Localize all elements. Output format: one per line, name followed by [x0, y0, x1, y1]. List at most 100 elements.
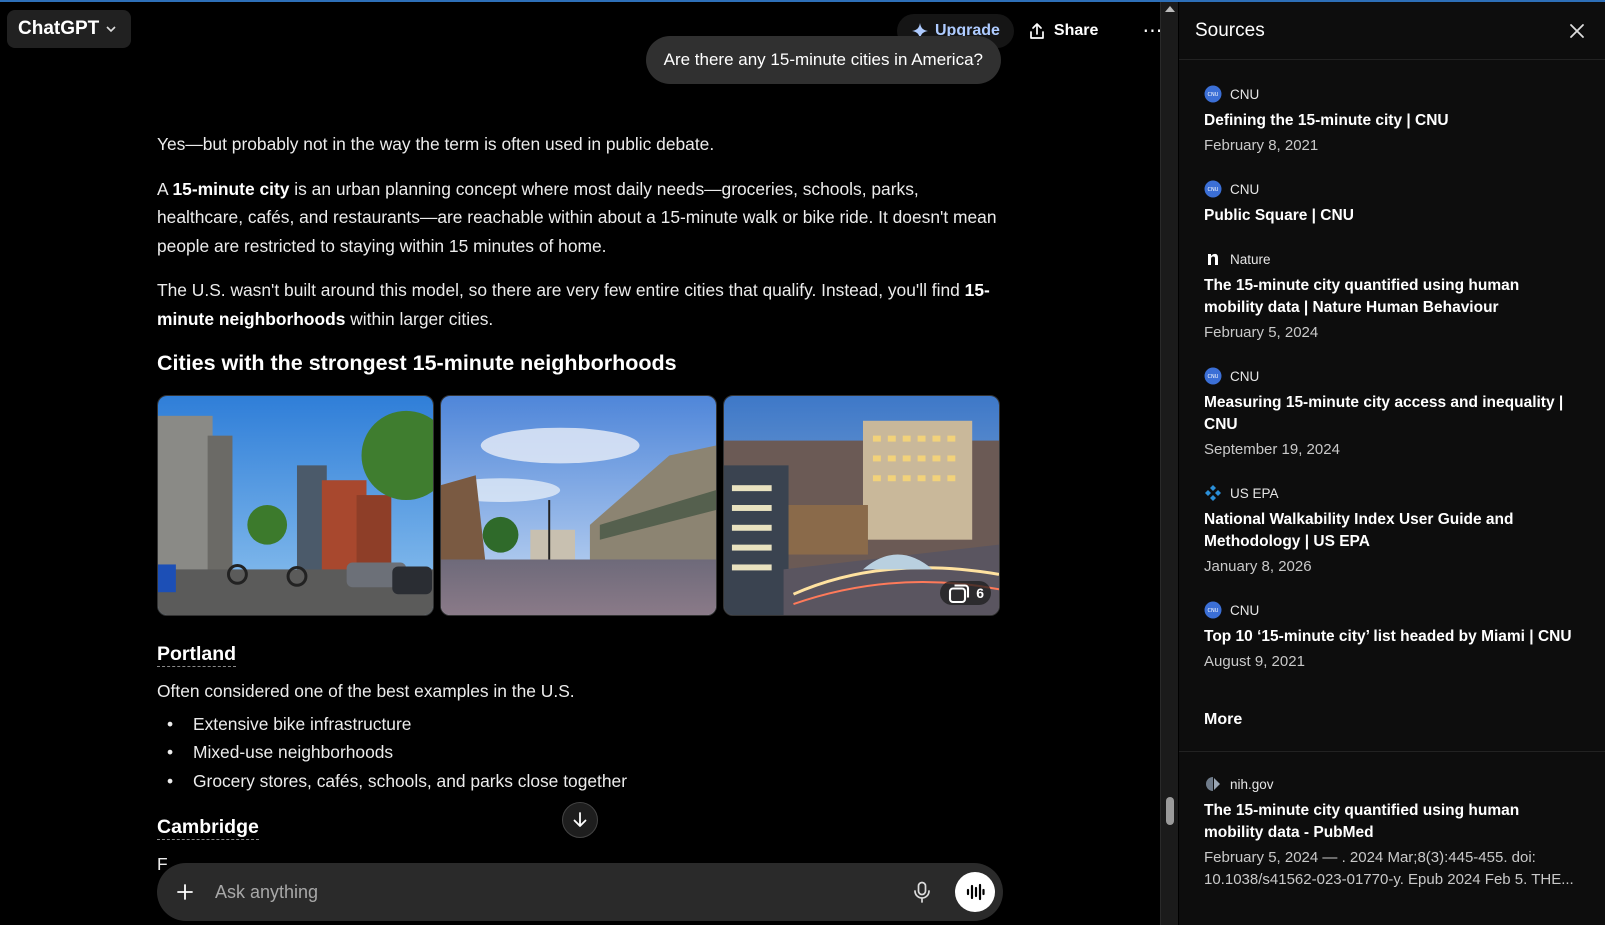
voice-waveform-icon: [966, 883, 985, 901]
source-site-name: CNU: [1230, 602, 1260, 618]
scrollbar-thumb[interactable]: [1166, 797, 1174, 825]
source-date: September 19, 2024: [1204, 441, 1340, 458]
source-snippet-line-1: February 5, 2024 — . 2024 Mar;8(3):445-4…: [1204, 849, 1536, 866]
svg-text:CNU: CNU: [1208, 187, 1219, 193]
source-item[interactable]: CNU CNU Top 10 ‘15-minute city’ list hea…: [1204, 600, 1580, 673]
scroll-to-bottom-button[interactable]: [562, 802, 598, 838]
plus-icon: [177, 884, 193, 900]
more-sources-heading: More: [1204, 711, 1243, 728]
user-message-text: Are there any 15-minute cities in Americ…: [663, 50, 983, 69]
source-date: February 8, 2021: [1204, 137, 1319, 154]
city-title-cambridge[interactable]: Cambridge: [157, 815, 259, 840]
scroll-up-arrow-icon[interactable]: [1165, 6, 1175, 12]
svg-text:CNU: CNU: [1208, 92, 1219, 98]
p2-bold-term: 15-minute city: [172, 178, 290, 199]
source-date: August 9, 2021: [1204, 653, 1305, 670]
source-site-name: CNU: [1230, 86, 1260, 102]
source-site: CNU CNU: [1204, 366, 1580, 386]
source-date: January 8, 2026: [1204, 558, 1312, 575]
city-bullet-list: Extensive bike infrastructure Mixed-use …: [157, 710, 1003, 796]
source-item[interactable]: Nature The 15-minute city quantified usi…: [1204, 249, 1580, 344]
list-item: Mixed-use neighborhoods: [157, 738, 1003, 767]
source-item[interactable]: CNU CNU Defining the 15-minute city | CN…: [1204, 84, 1580, 157]
list-item: Grocery stores, cafés, schools, and park…: [157, 767, 1003, 796]
p3-prefix: The U.S. wasn't built around this model,…: [157, 280, 965, 300]
cnu-icon: CNU: [1204, 85, 1222, 103]
source-date: February 5, 2024: [1204, 324, 1319, 341]
gallery-image-portland-street[interactable]: [157, 395, 434, 616]
source-title: The 15-minute city quantified using huma…: [1204, 277, 1520, 316]
model-name: ChatGPT: [18, 18, 100, 39]
square-photo-image: [441, 396, 716, 615]
svg-text:CNU: CNU: [1208, 374, 1219, 380]
ask-anything-input[interactable]: [199, 863, 905, 921]
chat-main-pane: ChatGPT Upgrade Share ⋯ Are there any 15…: [0, 2, 1160, 925]
dictate-button[interactable]: [905, 875, 939, 909]
microphone-icon: [914, 881, 930, 903]
source-site: nih.gov: [1204, 774, 1580, 794]
user-message-bubble: Are there any 15-minute cities in Americ…: [645, 36, 1001, 84]
sources-panel: Sources CNU CNU Defining the 15-minute c…: [1179, 2, 1605, 925]
answer-intro: Yes—but probably not in the way the term…: [157, 134, 715, 154]
p2-prefix: A: [157, 178, 173, 199]
city-section-portland: Portland Often considered one of the bes…: [157, 640, 1003, 795]
answer-paragraph-2: A 15-minute city is an urban planning co…: [157, 175, 1003, 261]
more-images-count: 6: [976, 584, 984, 601]
source-site-name: CNU: [1230, 368, 1260, 384]
share-button[interactable]: Share: [1028, 22, 1098, 40]
epa-icon: [1204, 484, 1222, 502]
gallery-image-harvard-square[interactable]: [440, 395, 717, 616]
source-title: Public Square | CNU: [1204, 207, 1354, 224]
source-title: Measuring 15-minute city access and ineq…: [1204, 394, 1564, 433]
message-composer: [157, 863, 1003, 921]
more-dots-icon: ⋯: [1142, 20, 1160, 42]
chat-scrollbar[interactable]: [1160, 2, 1178, 925]
cnu-icon: CNU: [1204, 367, 1222, 385]
city-description: Often considered one of the best example…: [157, 681, 575, 701]
voice-mode-button[interactable]: [955, 872, 995, 912]
source-item[interactable]: CNU CNU Measuring 15-minute city access …: [1204, 366, 1580, 461]
source-site: CNU CNU: [1204, 84, 1580, 104]
image-gallery: 6: [157, 395, 1003, 616]
cnu-icon: CNU: [1204, 601, 1222, 619]
sources-header: Sources: [1179, 2, 1605, 60]
source-site: Nature: [1204, 249, 1580, 269]
list-item: Extensive bike infrastructure: [157, 710, 1003, 739]
svg-text:CNU: CNU: [1208, 608, 1219, 614]
image-stack-icon: [949, 584, 970, 604]
source-title: Defining the 15-minute city | CNU: [1204, 112, 1449, 129]
source-item[interactable]: CNU CNU Public Square | CNU: [1204, 179, 1580, 227]
source-title: Top 10 ‘15-minute city’ list headed by M…: [1204, 628, 1572, 645]
source-list: CNU CNU Defining the 15-minute city | CN…: [1179, 60, 1605, 891]
arrow-down-icon: [573, 812, 587, 827]
share-label: Share: [1053, 22, 1099, 39]
source-title: National Walkability Index User Guide an…: [1204, 511, 1514, 550]
section-heading: Cities with the strongest 15-minute neig…: [157, 351, 677, 375]
street-photo-image: [158, 396, 433, 615]
source-site: US EPA: [1204, 483, 1580, 503]
nature-icon: [1204, 250, 1222, 268]
city-title-portland[interactable]: Portland: [157, 642, 237, 667]
p3-rest: within larger cities.: [345, 308, 494, 329]
cnu-icon: CNU: [1204, 180, 1222, 198]
chevron-down-icon: [106, 26, 116, 33]
assistant-answer: Yes—but probably not in the way the term…: [157, 130, 1003, 883]
more-options-button[interactable]: ⋯: [1142, 21, 1160, 41]
source-site-name: CNU: [1230, 181, 1260, 197]
source-item[interactable]: US EPA National Walkability Index User G…: [1204, 483, 1580, 578]
more-images-badge[interactable]: 6: [940, 581, 991, 605]
source-snippet-line-2: 10.1038/s41562-023-01770-y. Epub 2024 Fe…: [1204, 871, 1574, 888]
source-site-name: Nature: [1230, 251, 1271, 267]
close-sources-button[interactable]: [1565, 19, 1589, 43]
close-icon: [1570, 23, 1584, 38]
source-site-name: nih.gov: [1230, 776, 1274, 792]
add-attachment-button[interactable]: [171, 878, 199, 906]
model-switcher-button[interactable]: ChatGPT: [7, 10, 132, 48]
answer-paragraph-3: The U.S. wasn't built around this model,…: [157, 276, 1003, 333]
source-item[interactable]: nih.gov The 15-minute city quantified us…: [1204, 774, 1580, 891]
source-site-name: US EPA: [1230, 485, 1279, 501]
gallery-image-dc-dusk[interactable]: 6: [723, 395, 1000, 616]
share-icon: [1030, 23, 1044, 39]
source-site: CNU CNU: [1204, 179, 1580, 199]
nih-icon: [1204, 775, 1222, 793]
